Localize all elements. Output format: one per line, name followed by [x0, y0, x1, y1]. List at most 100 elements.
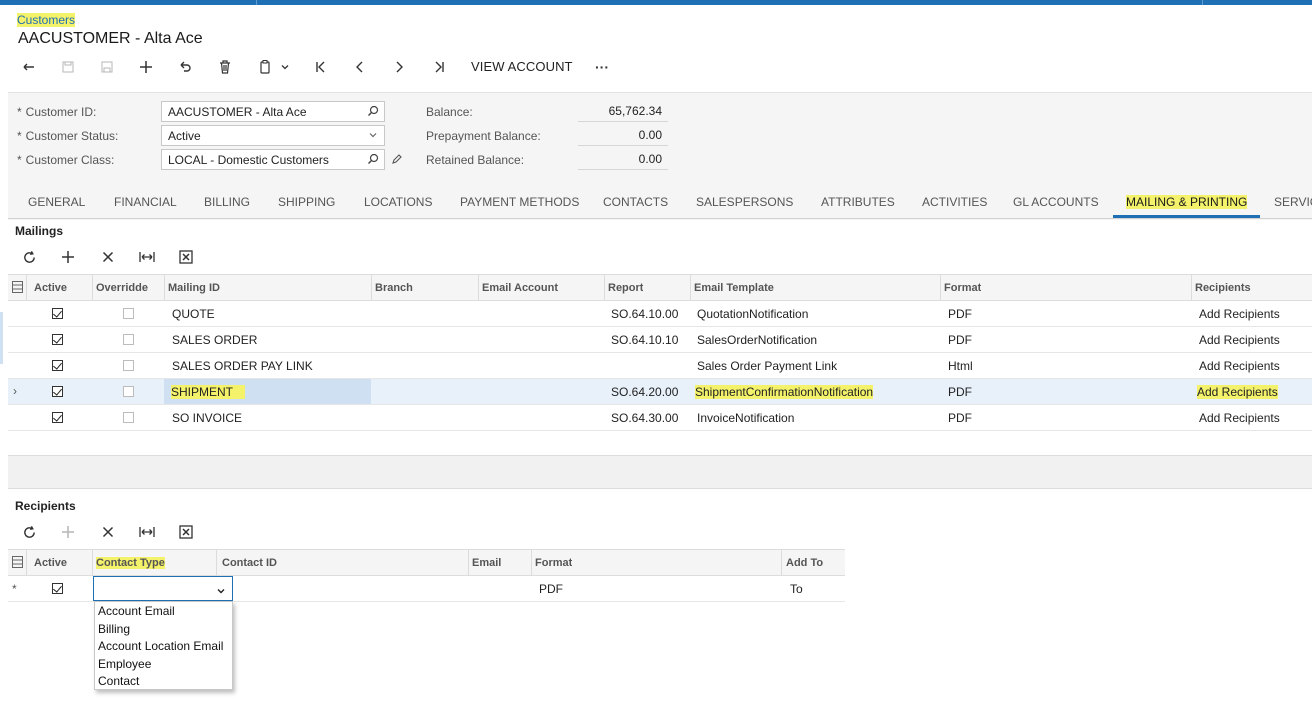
first-record-icon[interactable] — [310, 56, 332, 78]
back-icon[interactable] — [18, 56, 40, 78]
tab-gl-accounts[interactable]: GL ACCOUNTS — [1013, 195, 1099, 209]
customer-status-select[interactable]: Active — [161, 125, 385, 146]
tab-mailing-printing[interactable]: MAILING & PRINTING — [1126, 195, 1248, 209]
dropdown-option-account-email[interactable]: Account Email — [98, 604, 175, 618]
email-template-cell[interactable]: InvoiceNotification — [697, 411, 794, 425]
next-record-icon[interactable] — [388, 56, 410, 78]
col-branch[interactable]: Branch — [375, 282, 413, 294]
undo-icon[interactable] — [174, 56, 196, 78]
email-template-cell[interactable]: ShipmentConfirmationNotification — [695, 385, 874, 399]
add-recipients-link[interactable]: Add Recipients — [1199, 307, 1280, 321]
mailing-id-cell[interactable]: SHIPMENT — [171, 385, 246, 399]
report-cell[interactable]: SO.64.10.00 — [611, 307, 678, 321]
add-recipients-link[interactable]: Add Recipients — [1199, 333, 1280, 347]
add-recipients-link[interactable]: Add Recipients — [1199, 411, 1280, 425]
search-icon[interactable] — [367, 105, 379, 120]
delete-icon[interactable] — [214, 56, 236, 78]
format-cell[interactable]: PDF — [948, 307, 972, 321]
copy-paste-icon[interactable] — [254, 56, 276, 78]
delete-row-icon[interactable] — [97, 246, 119, 268]
add-icon[interactable] — [135, 56, 157, 78]
add-recipients-link[interactable]: Add Recipients — [1197, 385, 1278, 399]
col-report[interactable]: Report — [608, 282, 643, 294]
tab-contacts[interactable]: CONTACTS — [603, 195, 668, 209]
export-excel-icon[interactable] — [175, 246, 197, 268]
active-checkbox[interactable] — [52, 360, 63, 371]
override-checkbox[interactable] — [123, 412, 134, 423]
add-recipients-link[interactable]: Add Recipients — [1199, 359, 1280, 373]
save-close-icon[interactable] — [57, 56, 79, 78]
format-cell[interactable]: PDF — [948, 385, 972, 399]
refresh-icon[interactable] — [18, 521, 40, 543]
chevron-down-icon[interactable] — [216, 583, 226, 601]
tab-activities[interactable]: ACTIVITIES — [922, 195, 987, 209]
format-cell[interactable]: PDF — [539, 582, 563, 596]
active-checkbox[interactable] — [52, 583, 63, 594]
export-excel-icon[interactable] — [175, 521, 197, 543]
override-checkbox[interactable] — [123, 308, 134, 319]
dropdown-option-billing[interactable]: Billing — [98, 622, 130, 636]
table-row[interactable]: SO INVOICE SO.64.30.00 InvoiceNotificati… — [8, 405, 1312, 431]
mailing-id-cell[interactable]: SO INVOICE — [172, 411, 242, 425]
more-actions-button[interactable]: ··· — [590, 56, 614, 78]
last-record-icon[interactable] — [428, 56, 450, 78]
format-cell[interactable]: PDF — [948, 333, 972, 347]
tab-general[interactable]: GENERAL — [28, 195, 85, 209]
override-checkbox[interactable] — [123, 360, 134, 371]
tab-financial[interactable]: FINANCIAL — [114, 195, 177, 209]
view-account-button[interactable]: VIEW ACCOUNT — [471, 59, 573, 74]
tab-salespersons[interactable]: SALESPERSONS — [696, 195, 793, 209]
refresh-icon[interactable] — [18, 246, 40, 268]
delete-row-icon[interactable] — [97, 521, 119, 543]
email-template-cell[interactable]: Sales Order Payment Link — [697, 359, 837, 373]
active-checkbox[interactable] — [52, 412, 63, 423]
col-add-to[interactable]: Add To — [786, 557, 823, 569]
col-mailing-id[interactable]: Mailing ID — [168, 282, 220, 294]
add-row-icon[interactable] — [57, 246, 79, 268]
col-override[interactable]: Overridde — [96, 282, 154, 294]
table-row[interactable]: SALES ORDER PAY LINK Sales Order Payment… — [8, 353, 1312, 379]
report-cell[interactable]: SO.64.20.00 — [611, 385, 678, 399]
col-format[interactable]: Format — [944, 282, 981, 294]
active-checkbox[interactable] — [52, 308, 63, 319]
table-row-selected[interactable]: › SHIPMENT SO.64.20.00 ShipmentConfirmat… — [8, 379, 1312, 405]
mailing-id-cell[interactable]: QUOTE — [172, 307, 215, 321]
search-icon[interactable] — [367, 153, 379, 168]
col-email[interactable]: Email — [472, 557, 501, 569]
active-checkbox[interactable] — [52, 386, 63, 397]
override-checkbox[interactable] — [123, 386, 134, 397]
previous-record-icon[interactable] — [349, 56, 371, 78]
override-checkbox[interactable] — [123, 334, 134, 345]
tab-payment-methods[interactable]: PAYMENT METHODS — [460, 195, 579, 209]
table-row[interactable]: QUOTE SO.64.10.00 QuotationNotification … — [8, 301, 1312, 327]
format-cell[interactable]: Html — [948, 359, 973, 373]
contact-type-select[interactable] — [93, 576, 233, 601]
col-active[interactable]: Active — [34, 557, 67, 569]
mailing-id-cell[interactable]: SALES ORDER PAY LINK — [172, 359, 313, 373]
fit-columns-icon[interactable] — [136, 521, 158, 543]
col-contact-type[interactable]: Contact Type — [96, 557, 165, 569]
col-email-template[interactable]: Email Template — [694, 282, 774, 294]
chevron-down-icon[interactable] — [367, 129, 379, 144]
row-settings-icon[interactable] — [12, 556, 23, 571]
report-cell[interactable]: SO.64.10.10 — [611, 333, 678, 347]
tab-services[interactable]: SERVIC — [1274, 195, 1312, 209]
dropdown-option-account-location-email[interactable]: Account Location Email — [98, 639, 223, 653]
col-active[interactable]: Active — [34, 282, 67, 294]
dropdown-option-employee[interactable]: Employee — [98, 657, 151, 671]
tab-locations[interactable]: LOCATIONS — [364, 195, 432, 209]
dropdown-option-contact[interactable]: Contact — [98, 674, 139, 688]
customer-id-field[interactable]: AACUSTOMER - Alta Ace — [161, 101, 385, 122]
tab-billing[interactable]: BILLING — [204, 195, 250, 209]
active-checkbox[interactable] — [52, 334, 63, 345]
col-contact-id[interactable]: Contact ID — [222, 557, 277, 569]
tab-shipping[interactable]: SHIPPING — [278, 195, 335, 209]
report-cell[interactable]: SO.64.30.00 — [611, 411, 678, 425]
add-to-cell[interactable]: To — [790, 582, 803, 596]
add-row-icon[interactable] — [57, 521, 79, 543]
mailing-id-cell[interactable]: SALES ORDER — [172, 333, 257, 347]
save-icon[interactable] — [96, 56, 118, 78]
format-cell[interactable]: PDF — [948, 411, 972, 425]
table-row[interactable]: SALES ORDER SO.64.10.10 SalesOrderNotifi… — [8, 327, 1312, 353]
breadcrumb[interactable]: Customers — [17, 13, 76, 27]
